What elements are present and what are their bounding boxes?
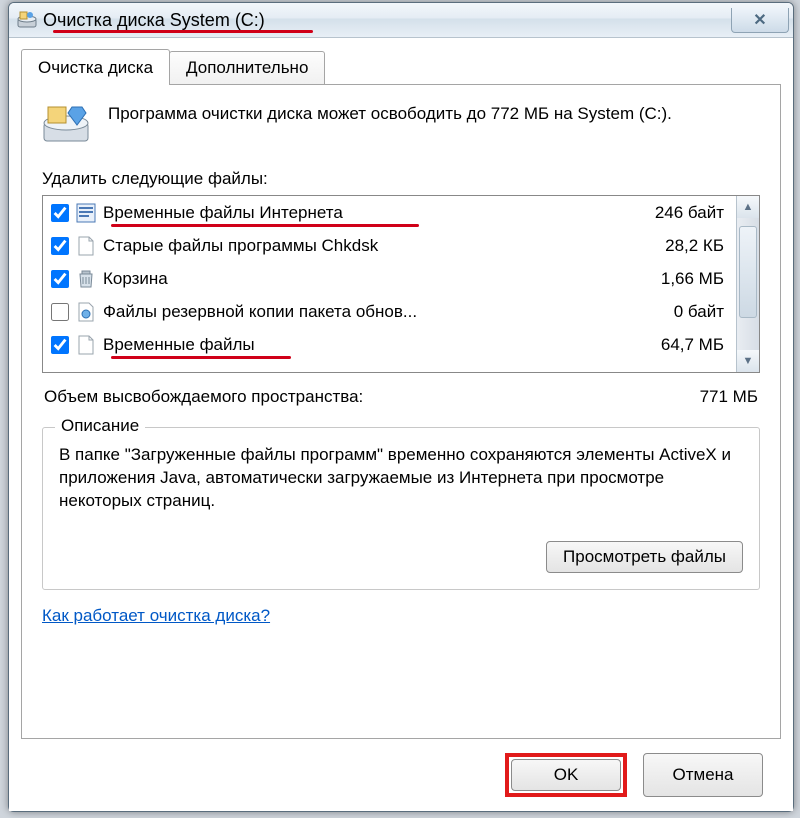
backup-file-icon [75, 301, 97, 323]
client-area: Очистка диска Дополнительно Программа оч… [9, 38, 793, 811]
files-list-inner: Временные файлы Интернета 246 байт Стары… [43, 196, 736, 372]
scrollbar[interactable]: ▲ ▼ [736, 196, 759, 372]
ok-button[interactable]: OK [511, 759, 621, 791]
file-size: 1,66 МБ [614, 269, 730, 289]
file-checkbox[interactable] [51, 237, 69, 255]
file-icon [75, 334, 97, 356]
close-icon: ✕ [753, 10, 766, 30]
file-checkbox[interactable] [51, 336, 69, 354]
file-checkbox[interactable] [51, 303, 69, 321]
disk-cleanup-icon [17, 10, 37, 30]
file-size: 0 байт [614, 302, 730, 322]
file-row[interactable]: Временные файлы Интернета 246 байт [43, 196, 736, 229]
annotation-underline [111, 356, 291, 359]
total-row: Объем высвобождаемого пространства: 771 … [44, 387, 758, 407]
file-row[interactable]: Старые файлы программы Chkdsk 28,2 КБ [43, 229, 736, 262]
help-link[interactable]: Как работает очистка диска? [42, 606, 270, 625]
description-group: Описание В папке "Загруженные файлы прог… [42, 427, 760, 590]
file-row[interactable]: Корзина 1,66 МБ [43, 262, 736, 295]
drive-icon [42, 103, 90, 145]
file-icon [75, 235, 97, 257]
scroll-track[interactable] [737, 218, 759, 350]
files-list-label: Удалить следующие файлы: [42, 169, 760, 189]
scroll-up-button[interactable]: ▲ [737, 196, 759, 218]
files-listbox[interactable]: Временные файлы Интернета 246 байт Стары… [42, 195, 760, 373]
file-name: Корзина [103, 269, 614, 289]
intro-text: Программа очистки диска может освободить… [108, 103, 672, 145]
annotation-underline [53, 30, 313, 33]
help-row: Как работает очистка диска? [42, 606, 760, 626]
description-label: Описание [55, 416, 145, 436]
file-checkbox[interactable] [51, 270, 69, 288]
file-row[interactable]: Файлы резервной копии пакета обнов... 0 … [43, 295, 736, 328]
total-value: 771 МБ [648, 387, 758, 407]
view-files-button[interactable]: Просмотреть файлы [546, 541, 743, 573]
recycle-bin-icon [75, 268, 97, 290]
tab-cleanup[interactable]: Очистка диска [21, 49, 170, 85]
file-checkbox[interactable] [51, 204, 69, 222]
scroll-thumb[interactable] [739, 226, 757, 318]
tab-advanced[interactable]: Дополнительно [169, 51, 325, 84]
file-name: Временные файлы Интернета [103, 203, 614, 223]
internet-files-icon [75, 202, 97, 224]
file-row[interactable]: Временные файлы 64,7 МБ [43, 328, 736, 361]
tab-page-cleanup: Программа очистки диска может освободить… [21, 84, 781, 739]
annotation-underline [111, 224, 419, 227]
file-size: 28,2 КБ [614, 236, 730, 256]
window-title: Очистка диска System (C:) [43, 10, 265, 31]
annotation-highlight: OK [505, 753, 627, 797]
file-name: Старые файлы программы Chkdsk [103, 236, 614, 256]
dialog-footer: OK Отмена [21, 739, 781, 797]
total-label: Объем высвобождаемого пространства: [44, 387, 648, 407]
titlebar[interactable]: Очистка диска System (C:) ✕ [9, 3, 793, 38]
close-button[interactable]: ✕ [731, 8, 789, 33]
intro-block: Программа очистки диска может освободить… [42, 103, 760, 145]
file-name: Временные файлы [103, 335, 614, 355]
disk-cleanup-window: Очистка диска System (C:) ✕ Очистка диск… [8, 2, 794, 812]
scroll-down-button[interactable]: ▼ [737, 350, 759, 372]
cancel-button[interactable]: Отмена [643, 753, 763, 797]
file-size: 64,7 МБ [614, 335, 730, 355]
file-name: Файлы резервной копии пакета обнов... [103, 302, 614, 322]
tabstrip: Очистка диска Дополнительно [21, 50, 781, 84]
description-text: В папке "Загруженные файлы программ" вре… [59, 444, 743, 513]
file-size: 246 байт [614, 203, 730, 223]
